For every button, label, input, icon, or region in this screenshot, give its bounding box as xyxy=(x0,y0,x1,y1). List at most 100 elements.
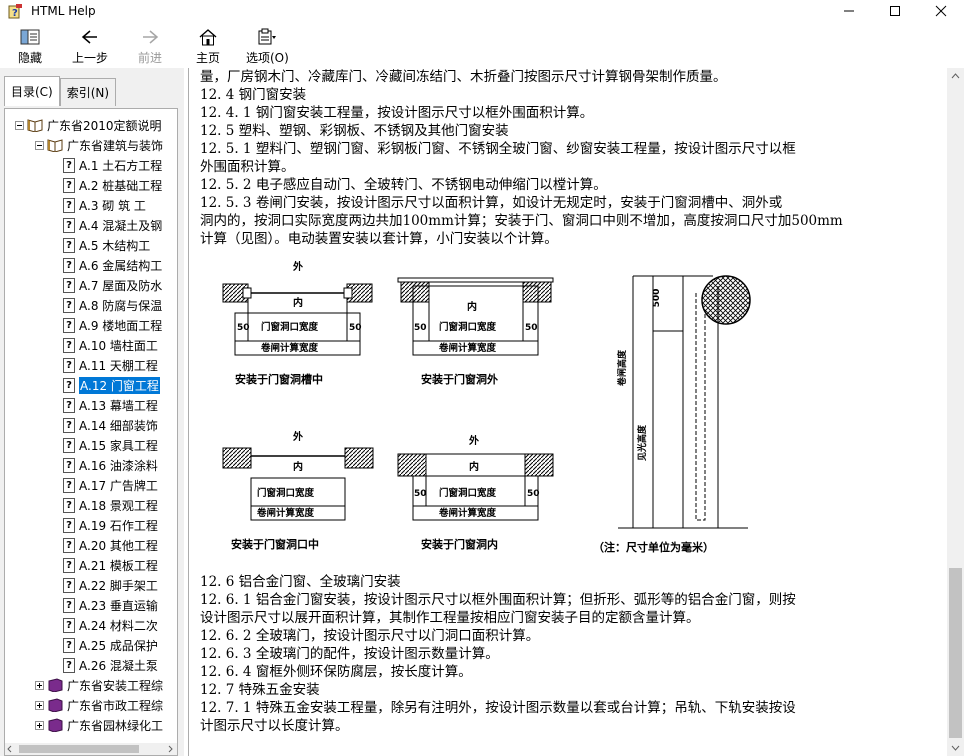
minimize-button[interactable] xyxy=(826,0,872,22)
tree-label: A.2 桩基础工程 xyxy=(79,178,163,193)
dim-50: 50 xyxy=(527,489,540,499)
caption-inside: 安装于门窗洞内 xyxy=(421,537,498,551)
help-page-icon: ? xyxy=(63,197,75,213)
tree-topic-item[interactable]: ? A.20 其他工程 xyxy=(63,535,158,555)
collapse-icon[interactable] xyxy=(15,120,24,130)
tree-topic-item[interactable]: ? A.26 混凝土泵 xyxy=(63,655,158,675)
panel-outside: 内 50 50 门窗洞口宽度 卷闸计算宽度 安装于门窗洞外 xyxy=(397,277,554,386)
tree-label: 广东省安装工程综 xyxy=(67,678,164,693)
dim-50: 50 xyxy=(349,323,362,333)
tree-topic-item[interactable]: ? A.21 模板工程 xyxy=(63,555,158,575)
book-open-icon xyxy=(47,139,63,152)
tree-topic-item[interactable]: ? A.16 油漆涂料 xyxy=(63,455,158,475)
collapse-icon[interactable] xyxy=(35,140,44,150)
help-page-icon: ? xyxy=(63,617,75,633)
label-inside: 内 xyxy=(293,296,303,309)
text-line: 12. 6. 3 全玻璃门的配件，按设计图示数量计算。 xyxy=(200,646,499,662)
tab-contents[interactable]: 目录(C) xyxy=(4,76,60,106)
help-page-icon: ? xyxy=(63,257,75,273)
tab-index[interactable]: 索引(N) xyxy=(59,78,117,106)
tree-label: A.6 金属结构工 xyxy=(79,258,163,273)
tree-topic-item[interactable]: ? A.12 门窗工程 xyxy=(63,375,160,395)
contents-tree[interactable]: 广东省2010定额说明 广东省建筑与装饰 ? A.1 土石方工程? A.2 桩基础工… xyxy=(4,108,178,756)
tree-topic-item[interactable]: ? A.5 木结构工 xyxy=(63,235,150,255)
tree-topic-item[interactable]: ? A.25 成品保护 xyxy=(63,635,158,655)
tree-node-landscape[interactable]: 广东省园林绿化工 xyxy=(35,715,163,735)
expand-icon[interactable] xyxy=(35,720,44,730)
section-view: 500 卷闸高度 见光高度 （注：尺寸单位为毫米） xyxy=(593,275,751,554)
back-button[interactable]: 上一步 xyxy=(72,26,108,66)
tree-label: A.21 模板工程 xyxy=(79,558,158,573)
tree-topic-item[interactable]: ? A.22 脚手架工 xyxy=(63,575,158,595)
help-page-icon: ? xyxy=(63,317,75,333)
panel-inside: 外 内 50 50 门窗洞口宽度 卷闸计算宽度 安装于门窗洞内 xyxy=(397,434,554,551)
label-inside: 内 xyxy=(467,300,477,313)
tree-topic-item[interactable]: ? A.6 金属结构工 xyxy=(63,255,162,275)
tree-topic-item[interactable]: ? A.1 土石方工程 xyxy=(63,155,162,175)
hide-button[interactable]: 隐藏 xyxy=(18,26,42,66)
forward-label: 前进 xyxy=(138,51,163,65)
nav-tabs: 目录(C) 索引(N) xyxy=(4,76,117,108)
caption-in-opening: 安装于门窗洞口中 xyxy=(231,537,319,551)
help-page-icon: ? xyxy=(63,377,75,393)
tree-topic-item[interactable]: ? A.8 防腐与保温 xyxy=(63,295,162,315)
close-icon xyxy=(935,5,947,17)
opening-width-label: 门窗洞口宽度 xyxy=(439,487,497,499)
tree-topic-item[interactable]: ? A.10 墙柱面工 xyxy=(63,335,158,355)
text-line: 12. 6. 4 窗框外侧环保防腐层，按长度计算。 xyxy=(200,664,472,680)
text-line: 12. 5 塑料、塑钢、彩钢板、不锈钢及其他门窗安装 xyxy=(200,123,509,139)
content-vertical-scrollbar[interactable] xyxy=(947,68,964,756)
text-line: 外围面积计算。 xyxy=(200,159,295,175)
tree-topic-item[interactable]: ? A.2 桩基础工程 xyxy=(63,175,162,195)
tree-label: A.13 幕墙工程 xyxy=(79,398,158,413)
maximize-icon xyxy=(890,6,900,16)
tree-label: A.8 防腐与保温 xyxy=(79,298,163,313)
expand-icon[interactable] xyxy=(35,700,44,710)
tree-topic-item[interactable]: ? A.3 砌 筑 工 xyxy=(63,195,146,215)
help-page-icon: ? xyxy=(63,637,75,653)
caption-groove: 安装于门窗洞槽中 xyxy=(235,372,323,386)
help-page-icon: ? xyxy=(63,217,75,233)
tree-topic-item[interactable]: ? A.14 细部装饰 xyxy=(63,415,158,435)
text-line: 计图示尺寸以长度计算。 xyxy=(200,718,349,734)
tree-topic-item[interactable]: ? A.11 天棚工程 xyxy=(63,355,158,375)
tree-topic-item[interactable]: ? A.15 家具工程 xyxy=(63,435,158,455)
close-button[interactable] xyxy=(918,0,964,22)
expand-icon[interactable] xyxy=(35,680,44,690)
tree-topic-item[interactable]: ? A.19 石作工程 xyxy=(63,515,158,535)
panel-groove: 外 内 50 50 门窗洞口宽度 卷闸计算宽度 安装于门窗洞槽中 xyxy=(222,260,373,386)
tree-node-root[interactable]: 广东省2010定额说明 xyxy=(15,115,162,135)
tree-topic-item[interactable]: ? A.13 幕墙工程 xyxy=(63,395,158,415)
forward-button[interactable]: 前进 xyxy=(138,26,162,66)
tree-label: A.20 其他工程 xyxy=(79,538,158,553)
tree-topic-item[interactable]: ? A.24 材料二次 xyxy=(63,615,158,635)
help-page-icon: ? xyxy=(63,237,75,253)
tree-horizontal-scrollbar[interactable] xyxy=(5,743,177,755)
help-page-icon: ? xyxy=(63,497,75,513)
tree-topic-item[interactable]: ? A.7 屋面及防水 xyxy=(63,275,162,295)
window-title: HTML Help xyxy=(31,4,96,18)
tree-node-municipal[interactable]: 广东省市政工程综 xyxy=(35,695,163,715)
dim-50: 50 xyxy=(525,323,538,333)
tree-label: A.4 混凝土及钢 xyxy=(79,218,163,233)
tree-node-installation[interactable]: 广东省安装工程综 xyxy=(35,675,163,695)
tree-topic-item[interactable]: ? A.18 景观工程 xyxy=(63,495,158,515)
tree-node-building[interactable]: 广东省建筑与装饰 xyxy=(35,135,163,155)
tree-label: A.19 石作工程 xyxy=(79,518,158,533)
text-line: 12. 4. 1 钢门窗安装工程量，按设计图示尺寸以框外围面积计算。 xyxy=(200,105,594,121)
options-button[interactable]: 选项(O) xyxy=(246,26,289,66)
home-button[interactable]: 主页 xyxy=(196,26,220,66)
maximize-button[interactable] xyxy=(872,0,918,22)
tree-label: A.15 家具工程 xyxy=(79,438,158,453)
home-icon xyxy=(197,26,219,48)
book-open-icon xyxy=(27,119,43,132)
tree-topic-item[interactable]: ? A.9 楼地面工程 xyxy=(63,315,162,335)
tree-topic-item[interactable]: ? A.4 混凝土及钢 xyxy=(63,215,162,235)
scrollbar-thumb[interactable] xyxy=(949,568,962,738)
toolbar: 隐藏 上一步 前进 主页 选项(O) xyxy=(0,22,964,68)
tree-topic-item[interactable]: ? A.23 垂直运输 xyxy=(63,595,158,615)
help-page-icon: ? xyxy=(63,457,75,473)
svg-text:?: ? xyxy=(12,8,18,19)
tree-label: 广东省建筑与装饰 xyxy=(67,138,164,153)
tree-topic-item[interactable]: ? A.17 广告牌工 xyxy=(63,475,158,495)
